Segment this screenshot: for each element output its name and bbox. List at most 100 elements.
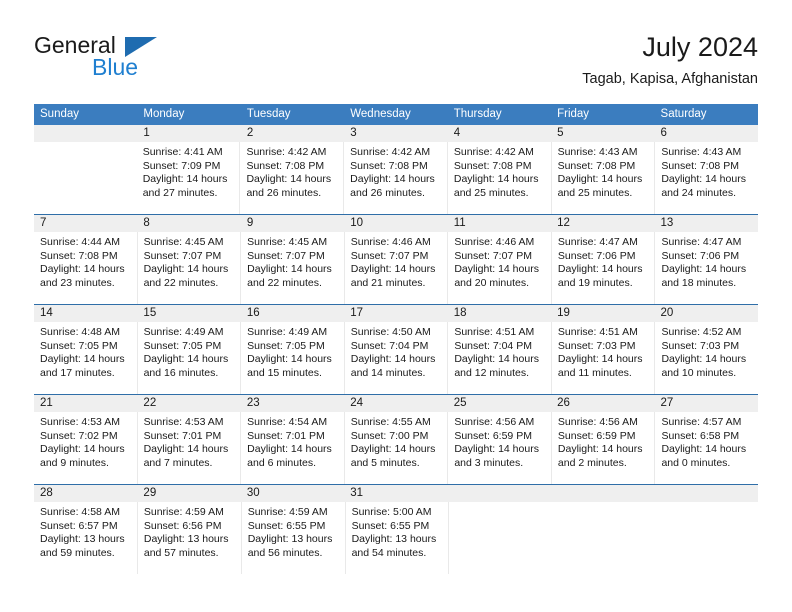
day-detail-line: Daylight: 14 hours <box>661 263 747 276</box>
day-number[interactable]: 18 <box>448 305 551 322</box>
calendar-grid: Sunday Monday Tuesday Wednesday Thursday Frid… <box>34 104 758 574</box>
day-cell[interactable]: Sunrise: 4:41 AM Sunset: 7:09 PM Daylight:… <box>137 142 241 214</box>
day-detail-line: Sunrise: 5:00 AM <box>351 506 432 518</box>
day-number[interactable]: 15 <box>137 305 240 322</box>
day-cell-empty <box>655 502 758 574</box>
day-number[interactable]: 27 <box>655 395 758 412</box>
day-number[interactable]: 10 <box>344 215 447 232</box>
day-detail-line: Sunrise: 4:47 AM <box>557 236 638 248</box>
day-number[interactable]: 24 <box>344 395 447 412</box>
day-cell[interactable]: Sunrise: 4:46 AM Sunset: 7:07 PM Daylight:… <box>345 232 449 304</box>
day-cell[interactable]: Sunrise: 4:56 AM Sunset: 6:59 PM Daylight:… <box>552 412 656 484</box>
day-detail-line: and 57 minutes. <box>143 546 219 559</box>
day-number[interactable]: 29 <box>137 485 240 502</box>
day-number-row: 7 8 9 10 11 12 13 <box>34 215 758 232</box>
day-detail-line: and 20 minutes. <box>454 276 530 289</box>
day-detail-line: Sunset: 7:03 PM <box>557 339 636 352</box>
day-cell[interactable]: Sunrise: 4:59 AM Sunset: 6:56 PM Daylight:… <box>138 502 242 574</box>
day-number[interactable]: 3 <box>344 125 447 142</box>
day-detail-line: Sunrise: 4:56 AM <box>454 416 535 428</box>
day-number[interactable]: 6 <box>655 125 758 142</box>
day-detail-line: and 11 minutes. <box>557 366 632 379</box>
day-detail-line: Daylight: 13 hours <box>351 533 437 546</box>
day-detail-line: Sunset: 6:57 PM <box>40 519 118 532</box>
calendar-week-row: 14 15 16 17 18 19 20 Sunrise: 4:48 AM Sunset: 7:… <box>34 304 758 394</box>
day-cell[interactable]: Sunrise: 4:55 AM Sunset: 7:00 PM Daylight:… <box>345 412 449 484</box>
day-number[interactable]: 21 <box>34 395 137 412</box>
day-cell[interactable]: Sunrise: 4:58 AM Sunset: 6:57 PM Daylight:… <box>34 502 138 574</box>
day-detail-line: Daylight: 14 hours <box>40 263 125 276</box>
day-number-empty <box>448 485 551 502</box>
day-cell[interactable]: Sunrise: 4:45 AM Sunset: 7:07 PM Daylight:… <box>138 232 242 304</box>
day-number[interactable]: 1 <box>137 125 240 142</box>
day-number[interactable]: 13 <box>655 215 758 232</box>
general-blue-logo[interactable]: General Blue <box>34 32 254 88</box>
day-number[interactable]: 26 <box>551 395 654 412</box>
day-detail-line: Sunset: 7:00 PM <box>350 429 429 442</box>
day-number[interactable]: 25 <box>448 395 551 412</box>
day-number-row: 21 22 23 24 25 26 27 <box>34 395 758 412</box>
day-detail-line: and 7 minutes. <box>143 456 213 469</box>
day-detail-line: and 19 minutes. <box>557 276 633 289</box>
day-number[interactable]: 12 <box>551 215 654 232</box>
day-number[interactable]: 2 <box>241 125 344 142</box>
day-cell[interactable]: Sunrise: 4:49 AM Sunset: 7:05 PM Daylight:… <box>138 322 242 394</box>
day-cell[interactable]: Sunrise: 4:50 AM Sunset: 7:04 PM Daylight:… <box>345 322 449 394</box>
day-cell[interactable]: Sunrise: 4:56 AM Sunset: 6:59 PM Daylight:… <box>448 412 552 484</box>
day-cell[interactable]: Sunrise: 4:57 AM Sunset: 6:58 PM Daylight:… <box>655 412 758 484</box>
day-number[interactable]: 5 <box>551 125 654 142</box>
day-cell[interactable]: Sunrise: 4:46 AM Sunset: 7:07 PM Daylight:… <box>448 232 552 304</box>
day-detail-line: Sunset: 7:08 PM <box>453 159 532 172</box>
day-cell[interactable]: Sunrise: 4:54 AM Sunset: 7:01 PM Daylight:… <box>241 412 345 484</box>
day-cell[interactable]: Sunrise: 4:43 AM Sunset: 7:08 PM Daylight:… <box>552 142 656 214</box>
day-detail-line: and 24 minutes. <box>661 186 737 199</box>
day-number[interactable]: 30 <box>241 485 344 502</box>
day-number[interactable]: 4 <box>448 125 551 142</box>
day-cell[interactable]: Sunrise: 4:44 AM Sunset: 7:08 PM Daylight:… <box>34 232 138 304</box>
day-detail-line: Daylight: 14 hours <box>247 353 332 366</box>
day-cell[interactable]: Sunrise: 4:51 AM Sunset: 7:03 PM Daylight:… <box>552 322 656 394</box>
day-number[interactable]: 14 <box>34 305 137 322</box>
day-number[interactable]: 8 <box>137 215 240 232</box>
day-cell[interactable]: Sunrise: 4:47 AM Sunset: 7:06 PM Daylight:… <box>552 232 656 304</box>
day-cell[interactable]: Sunrise: 4:53 AM Sunset: 7:02 PM Daylight:… <box>34 412 138 484</box>
day-cell[interactable]: Sunrise: 4:49 AM Sunset: 7:05 PM Daylight:… <box>241 322 345 394</box>
day-detail-line: Sunset: 7:06 PM <box>557 249 636 262</box>
day-number[interactable]: 11 <box>448 215 551 232</box>
day-number[interactable]: 28 <box>34 485 137 502</box>
day-detail-line: and 26 minutes. <box>246 186 322 199</box>
day-cell[interactable]: Sunrise: 4:51 AM Sunset: 7:04 PM Daylight:… <box>448 322 552 394</box>
day-detail-line: Sunrise: 4:42 AM <box>453 146 534 158</box>
day-number[interactable]: 7 <box>34 215 137 232</box>
day-cell[interactable]: Sunrise: 4:53 AM Sunset: 7:01 PM Daylight:… <box>138 412 242 484</box>
day-detail-line: Daylight: 14 hours <box>557 173 643 186</box>
day-cell[interactable]: Sunrise: 4:45 AM Sunset: 7:07 PM Daylight:… <box>241 232 345 304</box>
day-cell[interactable]: Sunrise: 4:42 AM Sunset: 7:08 PM Daylight:… <box>448 142 552 214</box>
day-detail-line: Daylight: 13 hours <box>247 533 333 546</box>
day-number[interactable]: 19 <box>551 305 654 322</box>
day-detail-line: Daylight: 14 hours <box>247 443 332 456</box>
day-detail-line: Daylight: 14 hours <box>661 353 747 366</box>
day-number[interactable]: 20 <box>655 305 758 322</box>
day-number[interactable]: 16 <box>241 305 344 322</box>
day-cell[interactable]: Sunrise: 4:43 AM Sunset: 7:08 PM Daylight:… <box>655 142 758 214</box>
weekday-header-wednesday: Wednesday <box>350 108 411 120</box>
day-cell[interactable]: Sunrise: 4:42 AM Sunset: 7:08 PM Daylight:… <box>240 142 345 214</box>
day-detail-line: Daylight: 14 hours <box>40 443 125 456</box>
day-detail-line: Sunset: 7:08 PM <box>557 159 636 172</box>
day-cell[interactable]: Sunrise: 4:48 AM Sunset: 7:05 PM Daylight:… <box>34 322 138 394</box>
day-cell[interactable]: Sunrise: 4:42 AM Sunset: 7:08 PM Daylight:… <box>344 142 448 214</box>
day-detail-line: and 21 minutes. <box>350 276 426 289</box>
day-detail-line: Sunrise: 4:59 AM <box>247 506 328 518</box>
day-number[interactable]: 31 <box>344 485 447 502</box>
day-cell[interactable]: Sunrise: 4:59 AM Sunset: 6:55 PM Daylight:… <box>242 502 346 574</box>
day-cell[interactable]: Sunrise: 4:47 AM Sunset: 7:06 PM Daylight:… <box>655 232 758 304</box>
day-cell[interactable]: Sunrise: 4:52 AM Sunset: 7:03 PM Daylight:… <box>655 322 758 394</box>
day-number[interactable]: 22 <box>137 395 240 412</box>
day-detail-line: and 22 minutes. <box>143 276 219 289</box>
day-number[interactable]: 9 <box>241 215 344 232</box>
day-number[interactable]: 23 <box>241 395 344 412</box>
day-number[interactable]: 17 <box>344 305 447 322</box>
day-cell[interactable]: Sunrise: 5:00 AM Sunset: 6:55 PM Daylight:… <box>346 502 450 574</box>
day-detail-line: Sunrise: 4:56 AM <box>557 416 638 428</box>
